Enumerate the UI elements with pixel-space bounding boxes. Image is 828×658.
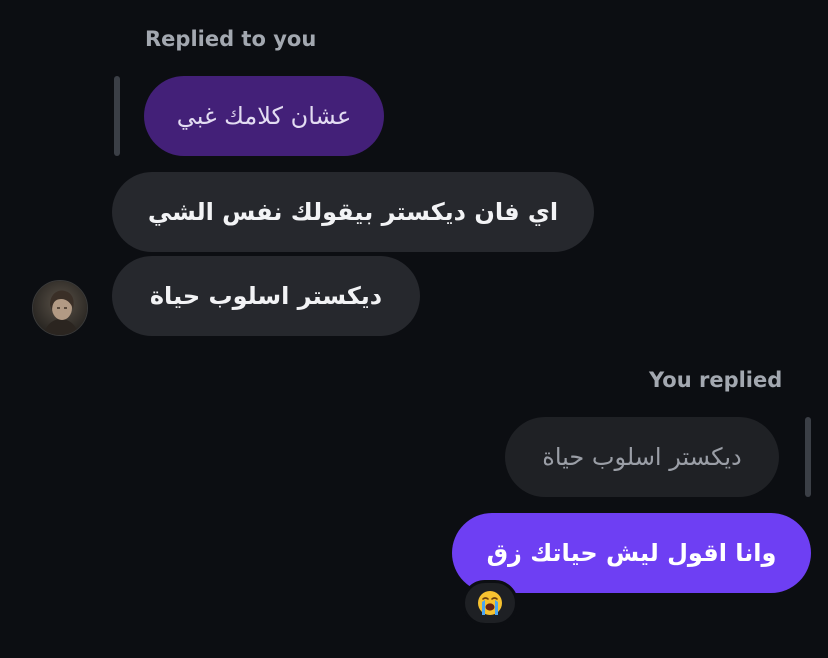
- chat-thread: Replied to you عشان كلامك غبي اي فان ديك…: [0, 0, 828, 658]
- quoted-message-bubble[interactable]: ديكستر اسلوب حياة: [505, 417, 779, 497]
- message-reaction[interactable]: [462, 580, 518, 626]
- quoted-message-bubble[interactable]: عشان كلامك غبي: [144, 76, 384, 156]
- avatar-photo: [33, 281, 87, 335]
- reply-indicator-bar: [114, 76, 120, 156]
- incoming-message-bubble[interactable]: اي فان ديكستر بيقولك نفس الشي: [112, 172, 594, 252]
- replied-to-you-label: Replied to you: [145, 27, 317, 51]
- loudly-crying-face-icon: [478, 591, 502, 615]
- reply-indicator-bar: [805, 417, 811, 497]
- you-replied-label: You replied: [649, 368, 783, 392]
- sender-avatar[interactable]: [32, 280, 88, 336]
- outgoing-message-bubble[interactable]: وانا اقول ليش حياتك زق: [452, 513, 811, 593]
- incoming-message-bubble[interactable]: ديكستر اسلوب حياة: [112, 256, 420, 336]
